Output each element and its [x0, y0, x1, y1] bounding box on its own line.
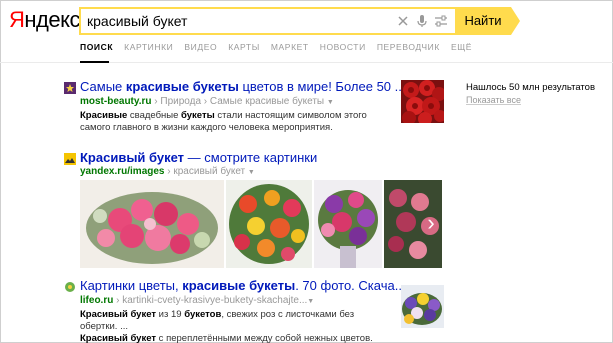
tab-market[interactable]: МАРКЕТ [271, 42, 309, 58]
mixed-bouquet-image [226, 180, 312, 268]
dropdown-triangle-icon[interactable]: ▼ [307, 298, 314, 305]
roses-image [401, 80, 444, 123]
snippet-text: из 19 [156, 309, 185, 320]
tab-video[interactable]: ВИДЕО [184, 42, 217, 58]
dropdown-triangle-icon[interactable]: ▼ [248, 169, 255, 176]
snippet-text: свадебные [127, 110, 182, 121]
tab-translator[interactable]: ПЕРЕВОДЧИК [377, 42, 440, 58]
result-title-link[interactable]: Красивый букет — смотрите картинки [80, 150, 317, 165]
site-favicon-icon [64, 281, 76, 293]
result-thumbnail[interactable] [401, 80, 444, 123]
snippet-text: с переплетёнными между собой нежных цвет… [156, 333, 373, 343]
tab-images[interactable]: КАРТИНКИ [124, 42, 173, 58]
result-host[interactable]: lifeo.ru [80, 295, 113, 306]
snippet-highlight: букетов [184, 309, 222, 320]
service-tabs: ПОИСК КАРТИНКИ ВИДЕО КАРТЫ МАРКЕТ НОВОСТ… [80, 42, 483, 58]
search-button-arrow [511, 7, 520, 35]
gallery-image[interactable] [226, 180, 312, 268]
purple-bouquet-image [314, 180, 382, 268]
result-title-link[interactable]: Самые красивые букеты цветов в мире! Бол… [80, 79, 405, 94]
result-snippet: Красивые свадебные букеты стали настоящи… [80, 110, 390, 134]
settings-icon[interactable] [434, 14, 448, 28]
result-title-text: Картинки цветы, [80, 278, 183, 293]
results-count: Нашлось 50 млн результатов [466, 82, 595, 93]
search-input[interactable] [87, 12, 387, 30]
dropdown-triangle-icon[interactable]: ▼ [327, 99, 334, 106]
result-title-highlight: Красивый букет [80, 150, 185, 165]
site-favicon-icon [64, 82, 76, 94]
snippet-highlight: Красивый букет [80, 309, 157, 320]
microphone-icon[interactable] [415, 14, 429, 28]
image-gallery [80, 180, 442, 268]
result-host[interactable]: yandex.ru/images [80, 166, 164, 177]
flowers-image [401, 285, 444, 328]
tab-more[interactable]: ЕЩЁ [451, 42, 472, 58]
result-url[interactable]: yandex.ru/images › красивый букет ▼ [80, 166, 255, 177]
tab-news[interactable]: НОВОСТИ [320, 42, 366, 58]
snippet-highlight: Красивые [80, 110, 128, 121]
result-snippet: Красивый букет из 19 букетов, свежих роз… [80, 309, 392, 343]
result-title-text: цветов в мире! Более 50 ... [238, 79, 406, 94]
result-path[interactable]: › красивый букет [164, 166, 247, 177]
result-host[interactable]: most-beauty.ru [80, 96, 152, 107]
result-thumbnail[interactable] [401, 285, 444, 328]
result-title-highlight: красивые букеты [182, 278, 296, 293]
result-title-link[interactable]: Картинки цветы, красивые букеты. 70 фото… [80, 278, 406, 293]
tab-search[interactable]: ПОИСК [80, 42, 113, 58]
logo-rest: ндекс [24, 7, 80, 32]
result-title-highlight: красивые букеты [125, 79, 239, 94]
show-all-link[interactable]: Показать все [466, 95, 521, 105]
result-url[interactable]: most-beauty.ru › Природа › Самые красивы… [80, 96, 334, 107]
result-title-text: Самые [80, 79, 126, 94]
result-url[interactable]: lifeo.ru › kartinki-cvety-krasivye-buket… [80, 295, 314, 306]
search-box[interactable] [79, 7, 456, 35]
chevron-right-icon[interactable]: › [422, 208, 440, 238]
active-tab-underline [80, 61, 109, 63]
result-path[interactable]: › Природа › Самые красивые букеты [152, 96, 327, 107]
snippet-highlight: Красивый букет [80, 333, 157, 343]
snippet-highlight: букеты [181, 110, 215, 121]
yandex-logo[interactable]: Яндекс [9, 7, 80, 33]
result-title-text: — смотрите картинки [184, 150, 318, 165]
search-button[interactable]: Найти [455, 7, 511, 35]
clear-icon[interactable] [396, 14, 410, 28]
result-path[interactable]: › kartinki-cvety-krasivye-bukety-skachaj… [113, 295, 307, 306]
gallery-image[interactable] [314, 180, 382, 268]
result-title-text: . 70 фото. Скача... [295, 278, 406, 293]
gallery-image[interactable] [80, 180, 224, 268]
pink-bouquet-image [80, 180, 224, 268]
images-favicon-icon [64, 153, 76, 165]
logo-letter: Я [9, 7, 25, 32]
tab-maps[interactable]: КАРТЫ [228, 42, 260, 58]
